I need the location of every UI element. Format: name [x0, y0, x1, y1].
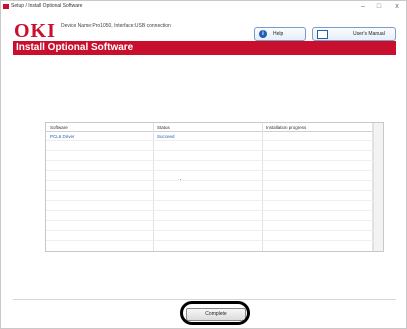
table-header: Software Status Installation progress [46, 123, 383, 132]
oki-logo: OKI [14, 20, 56, 42]
column-divider [262, 123, 263, 251]
installer-window: Setup / Install Optional Software – □ x … [0, 0, 407, 329]
title-bar: Setup / Install Optional Software – □ x [1, 1, 406, 13]
close-button[interactable]: x [391, 2, 403, 12]
device-info: Device Name:Pro1050, Interface:USB conne… [61, 23, 171, 29]
users-manual-button[interactable]: User's Manual [312, 27, 396, 41]
row-divider [46, 170, 373, 171]
software-name: PCL6 Driver [50, 134, 75, 139]
column-header-software: Software [50, 125, 68, 130]
row-divider [46, 190, 373, 191]
column-header-status: Status [157, 125, 170, 130]
window-title: Setup / Install Optional Software [11, 3, 83, 9]
row-divider [46, 230, 373, 231]
minimize-button[interactable]: – [357, 2, 369, 12]
help-button[interactable]: i Help [254, 27, 306, 41]
software-table: Software Status Installation progress PC… [45, 122, 384, 252]
column-divider [153, 123, 154, 251]
app-icon [3, 4, 9, 9]
help-label: Help [273, 31, 284, 37]
status-value: Succeed [157, 134, 175, 139]
manual-icon [317, 30, 328, 39]
table-scrollbar[interactable] [373, 123, 383, 251]
cursor-dot [180, 179, 181, 180]
page-title: Install Optional Software [16, 42, 134, 53]
maximize-button[interactable]: □ [373, 2, 385, 12]
row-divider [46, 220, 373, 221]
page-title-banner: Install Optional Software [13, 41, 396, 55]
row-divider [46, 160, 373, 161]
row-divider [46, 140, 373, 141]
info-icon: i [259, 30, 267, 38]
footer-divider [13, 299, 396, 300]
row-divider [46, 210, 373, 211]
row-divider [46, 150, 373, 151]
row-divider [46, 240, 373, 241]
column-header-progress: Installation progress [266, 125, 307, 130]
manual-label: User's Manual [353, 31, 385, 37]
row-divider [46, 180, 373, 181]
row-divider [46, 200, 373, 201]
highlight-ring [180, 301, 250, 325]
